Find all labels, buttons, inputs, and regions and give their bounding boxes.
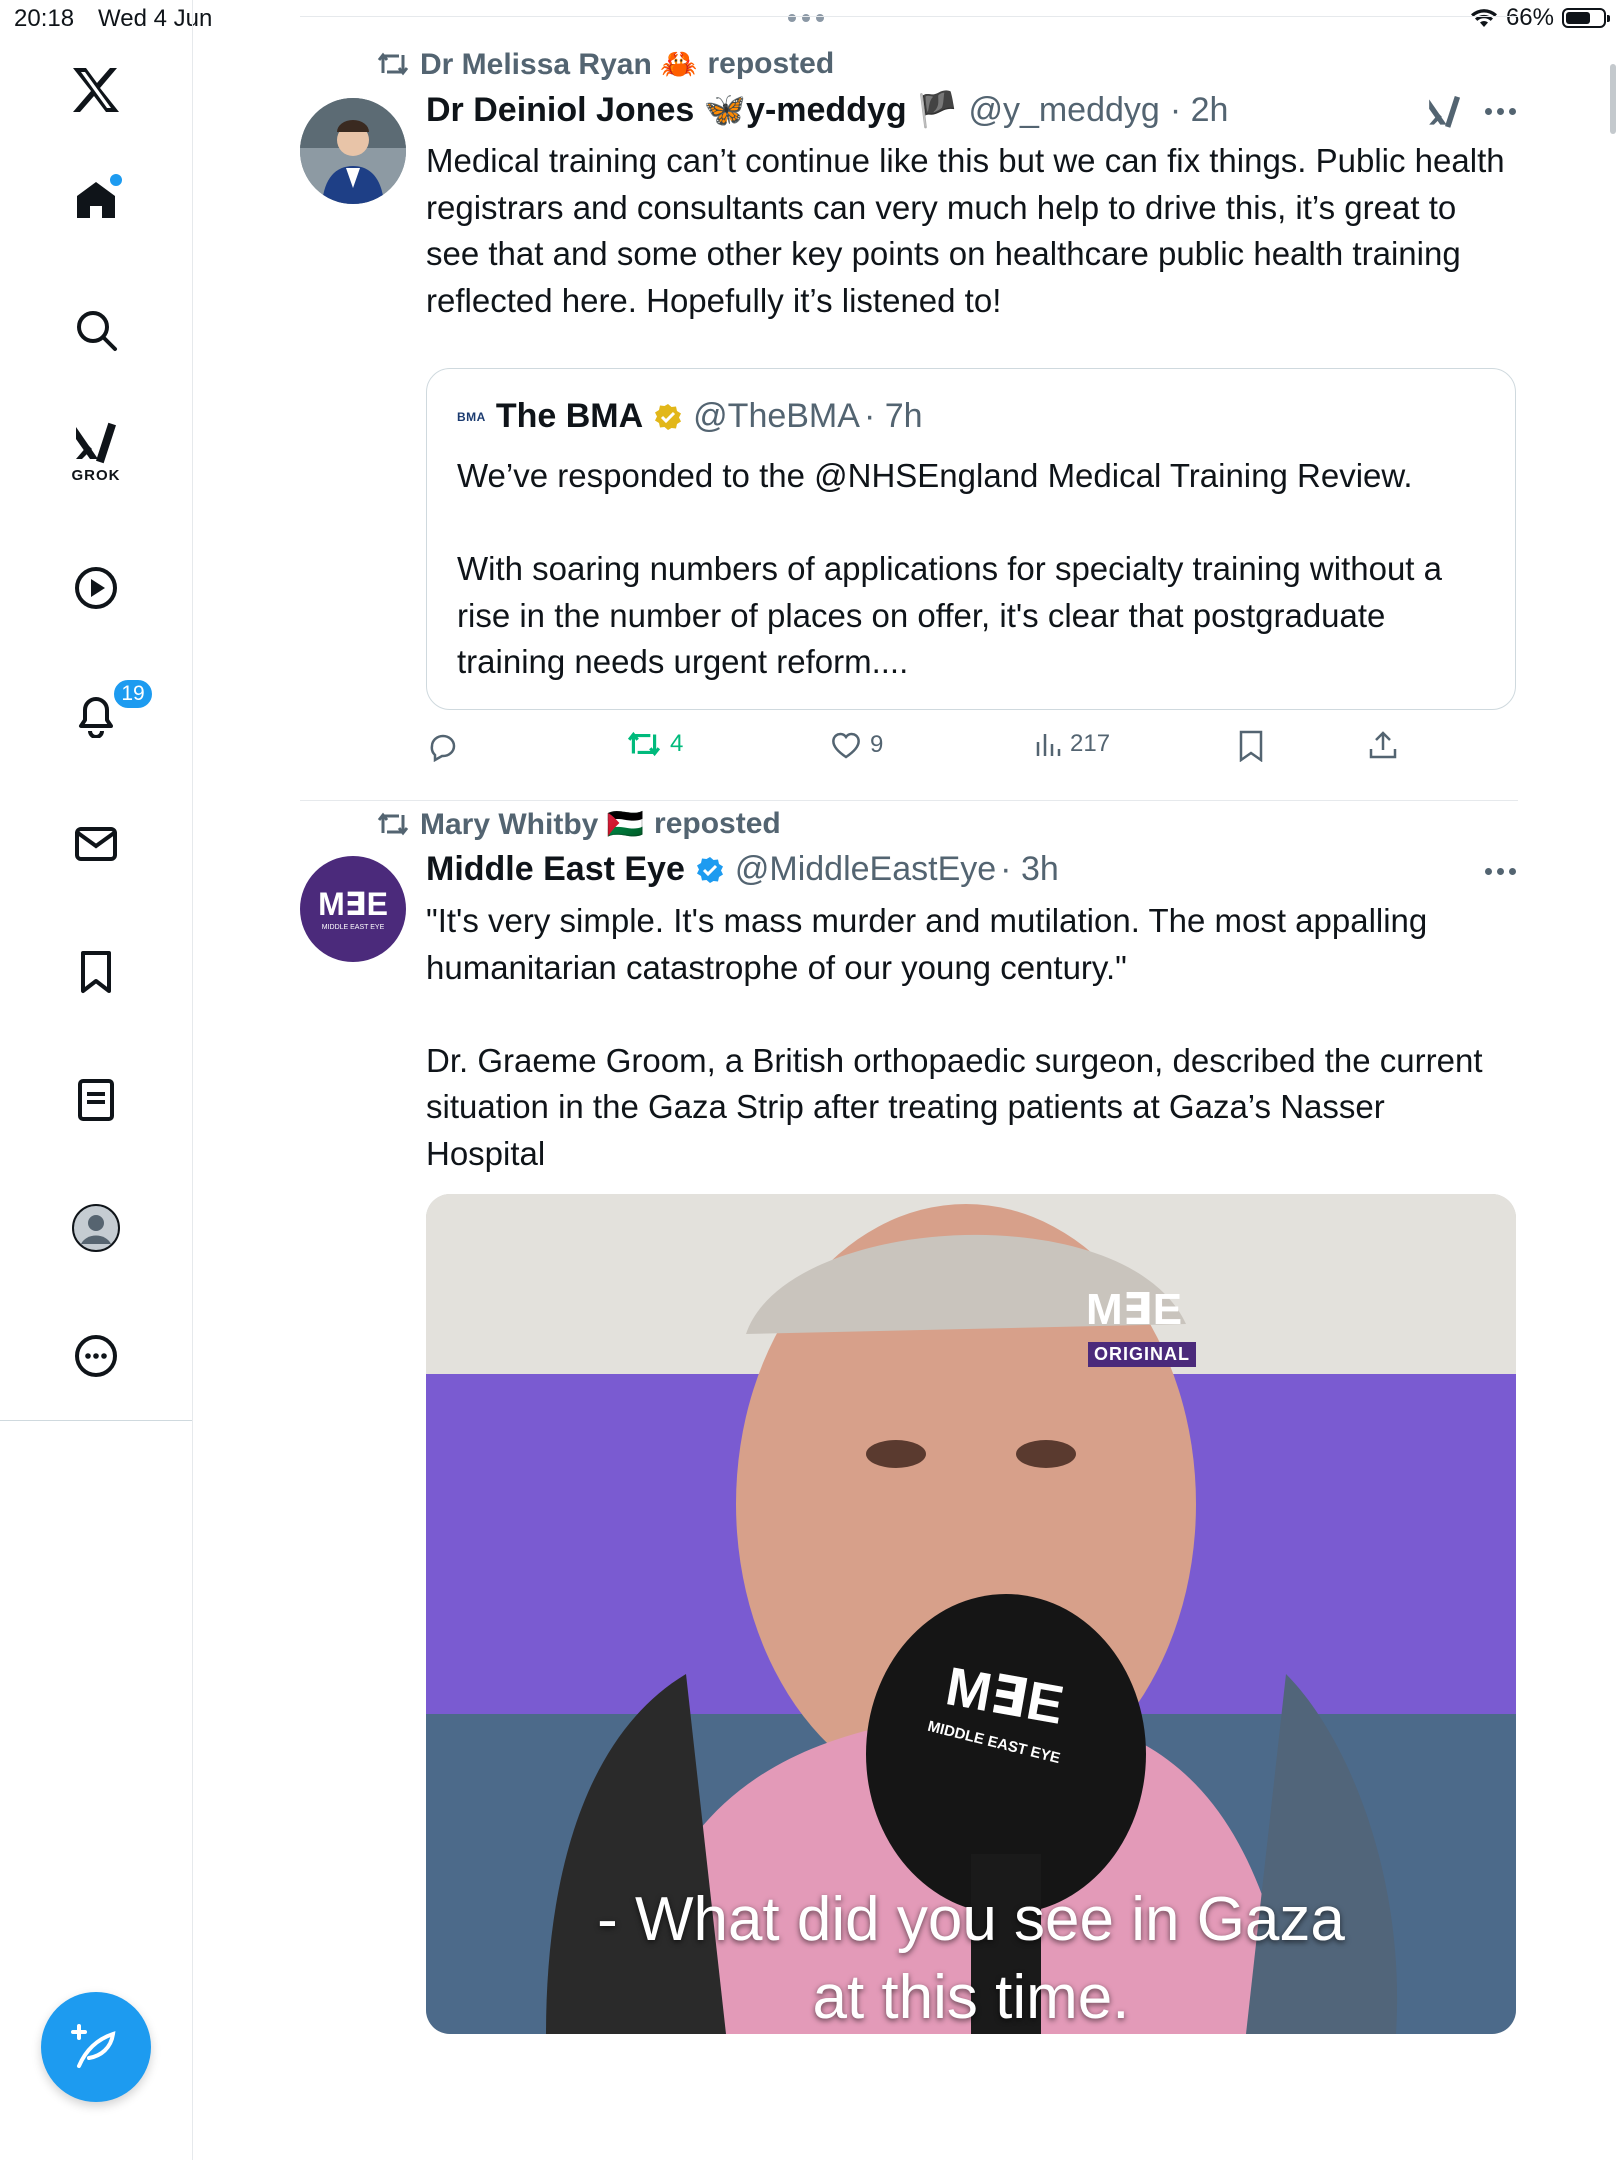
author-handle[interactable]: @MiddleEastEye — [735, 850, 996, 889]
post-time[interactable]: · 3h — [1000, 850, 1059, 889]
avatar[interactable] — [300, 98, 406, 204]
messages-envelope-icon[interactable] — [64, 812, 128, 876]
post-text: "It's very simple. It's mass murder and … — [426, 902, 1483, 1172]
repost-count: 4 — [670, 730, 684, 757]
video-icon[interactable] — [64, 556, 128, 620]
quote-time[interactable]: · 7h — [864, 397, 923, 436]
mee-avatar-sub: MIDDLE EAST EYE — [321, 923, 385, 931]
post-text: Medical training can’t continue like thi… — [426, 142, 1514, 319]
share-upload-icon — [1369, 731, 1397, 759]
view-count: 217 — [1070, 730, 1111, 757]
reposted-by-name[interactable]: Mary Whitby 🇵🇸 — [420, 807, 644, 842]
repost-context: Dr Melissa Ryan 🦀 reposted — [376, 44, 834, 84]
battery-icon — [1562, 8, 1610, 28]
post-divider — [300, 800, 1518, 801]
like-count: 9 — [870, 731, 884, 758]
mee-corner-logo: M∃E — [1086, 1285, 1183, 1334]
author-handle[interactable]: @y_meddyg — [968, 91, 1159, 130]
mee-original-label: ORIGINAL — [1088, 1342, 1196, 1367]
video-caption-line-1: - What did you see in Gaza — [597, 1885, 1345, 1954]
quote-header: BMA The BMA @TheBMA · 7h — [457, 397, 923, 436]
grok-label: GROK — [71, 466, 121, 484]
timeline-top-divider — [300, 16, 1518, 17]
compose-feather-icon — [71, 2024, 116, 2068]
home-icon[interactable] — [64, 168, 128, 232]
verified-gold-badge-icon — [655, 403, 682, 430]
views-chart-icon — [1036, 734, 1061, 756]
verified-badge-icon — [696, 856, 723, 883]
bma-logo: BMA — [457, 409, 486, 424]
mee-avatar-logo: M∃E — [318, 885, 388, 922]
lists-icon[interactable] — [64, 1068, 128, 1132]
x-logo-icon[interactable] — [64, 58, 128, 122]
notifications-bell-icon[interactable]: 19 — [64, 678, 154, 746]
heart-icon — [832, 732, 860, 759]
like-button[interactable]: 9 — [830, 730, 883, 760]
quote-author-handle[interactable]: @TheBMA — [693, 397, 860, 436]
repost-icon — [627, 731, 661, 757]
author-name[interactable]: Middle East Eye — [426, 850, 685, 889]
views-button[interactable]: 217 — [1034, 730, 1110, 758]
repost-icon — [377, 52, 409, 76]
reposted-label: reposted — [707, 47, 835, 80]
status-right: 66% — [1470, 4, 1610, 32]
more-options-icon[interactable] — [64, 1324, 128, 1388]
reply-bubble-icon — [430, 734, 456, 762]
home-unread-dot — [108, 172, 124, 188]
search-icon[interactable] — [64, 298, 128, 362]
quote-text: We’ve responded to the @NHSEngland Medic… — [457, 457, 1442, 680]
post-more-icon[interactable] — [1485, 108, 1516, 115]
bookmark-button[interactable] — [1238, 730, 1264, 762]
grok-icon[interactable]: GROK — [64, 420, 128, 484]
post-header: Middle East Eye @MiddleEastEye · 3h — [426, 850, 1059, 889]
quote-author-name[interactable]: The BMA — [496, 397, 643, 436]
sidebar: GROK 19 — [0, 0, 193, 2160]
profile-avatar-icon[interactable] — [64, 1196, 128, 1260]
sidebar-divider — [0, 1420, 192, 1421]
quoted-post[interactable]: BMA The BMA @TheBMA · 7h We’ve responded… — [426, 368, 1516, 710]
author-name[interactable]: Dr Deiniol Jones 🦋y-meddyg 🏴 — [426, 90, 958, 130]
wifi-icon — [1470, 9, 1497, 27]
compose-post-button[interactable] — [41, 1992, 151, 2102]
video-media[interactable]: M∃E ORIGINAL M∃E MIDDLE EAST EYE - What … — [426, 1194, 1516, 2034]
post-time[interactable]: · 2h — [1170, 91, 1229, 130]
scrollbar[interactable] — [1610, 64, 1616, 134]
video-caption-line-2: at this time. — [812, 1963, 1130, 2032]
post-header: Dr Deiniol Jones 🦋y-meddyg 🏴 @y_meddyg ·… — [426, 90, 1228, 130]
post-actions: 4 9 217 — [426, 730, 1426, 780]
post-more-icon[interactable] — [1485, 868, 1516, 875]
reposted-by-name[interactable]: Dr Melissa Ryan 🦀 — [420, 47, 697, 82]
repost-icon — [377, 812, 409, 836]
repost-context: Mary Whitby 🇵🇸 reposted — [376, 804, 781, 844]
notifications-badge: 19 — [112, 678, 154, 710]
reposted-label: reposted — [654, 807, 781, 840]
battery-percent: 66% — [1505, 4, 1554, 31]
share-button[interactable] — [1368, 730, 1398, 760]
bookmark-icon — [1239, 730, 1263, 762]
grok-post-icon[interactable] — [1426, 94, 1464, 130]
repost-button[interactable]: 4 — [626, 730, 683, 758]
avatar[interactable]: M∃E MIDDLE EAST EYE — [300, 856, 406, 962]
bookmarks-icon[interactable] — [64, 940, 128, 1004]
reply-button[interactable] — [426, 730, 458, 762]
